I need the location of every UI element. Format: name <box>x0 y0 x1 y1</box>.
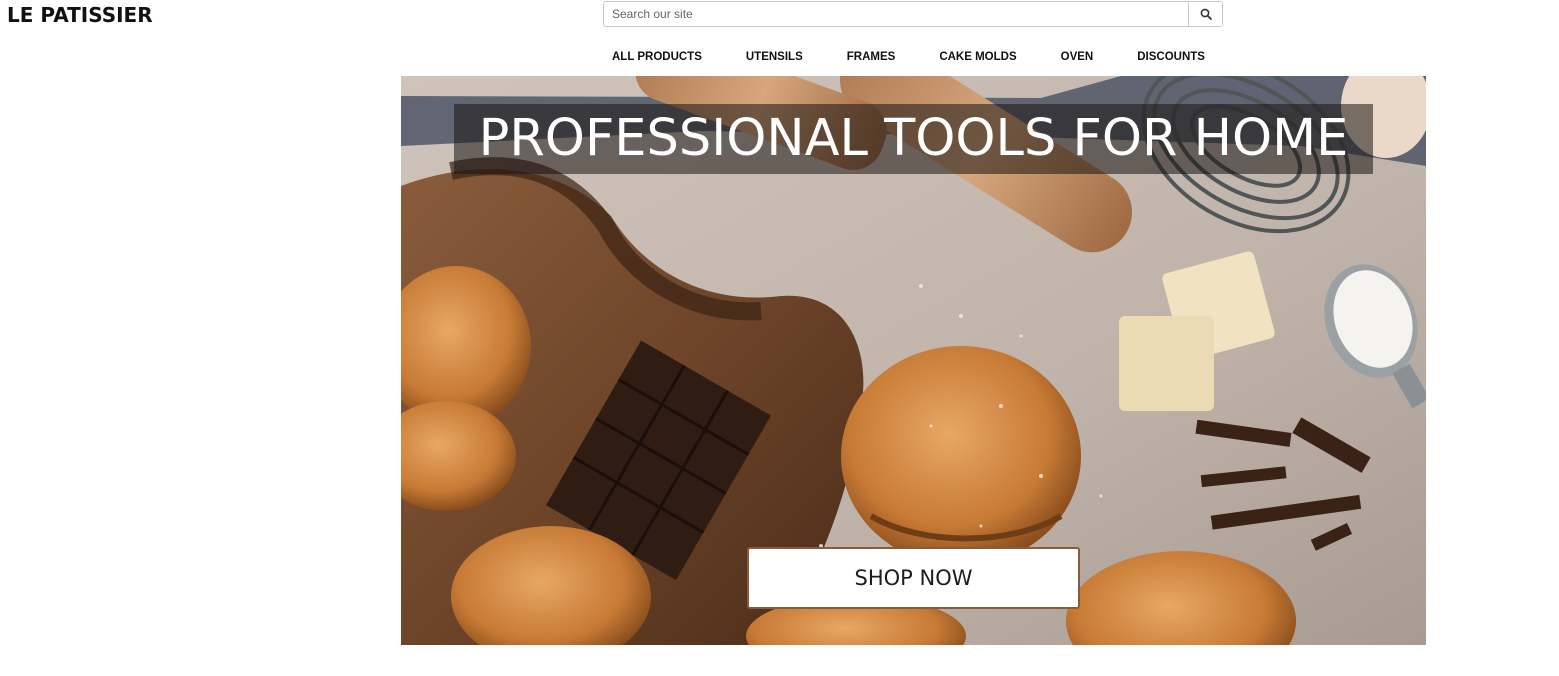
nav-item-cake-molds[interactable]: CAKE MOLDS <box>917 49 1038 65</box>
page: LE PATISSIER ALL PRODUCTS UTENSILS FRAME… <box>0 0 1559 676</box>
nav-item-all-products[interactable]: ALL PRODUCTS <box>590 49 724 65</box>
search-button[interactable] <box>1188 2 1222 26</box>
shop-now-button[interactable]: SHOP NOW <box>747 547 1080 609</box>
hero-title: PROFESSIONAL TOOLS FOR HOME <box>454 104 1373 174</box>
search-bar <box>603 1 1223 27</box>
search-icon <box>1200 8 1212 20</box>
search-input[interactable] <box>604 2 1188 26</box>
nav-item-discounts[interactable]: DISCOUNTS <box>1115 49 1227 65</box>
hero-banner: PROFESSIONAL TOOLS FOR HOME SHOP NOW <box>401 76 1426 645</box>
site-logo[interactable]: LE PATISSIER <box>7 3 153 27</box>
nav-item-utensils[interactable]: UTENSILS <box>724 49 825 65</box>
nav-item-oven[interactable]: OVEN <box>1039 49 1116 65</box>
nav-item-frames[interactable]: FRAMES <box>825 49 918 65</box>
main-nav: ALL PRODUCTS UTENSILS FRAMES CAKE MOLDS … <box>590 49 1227 65</box>
